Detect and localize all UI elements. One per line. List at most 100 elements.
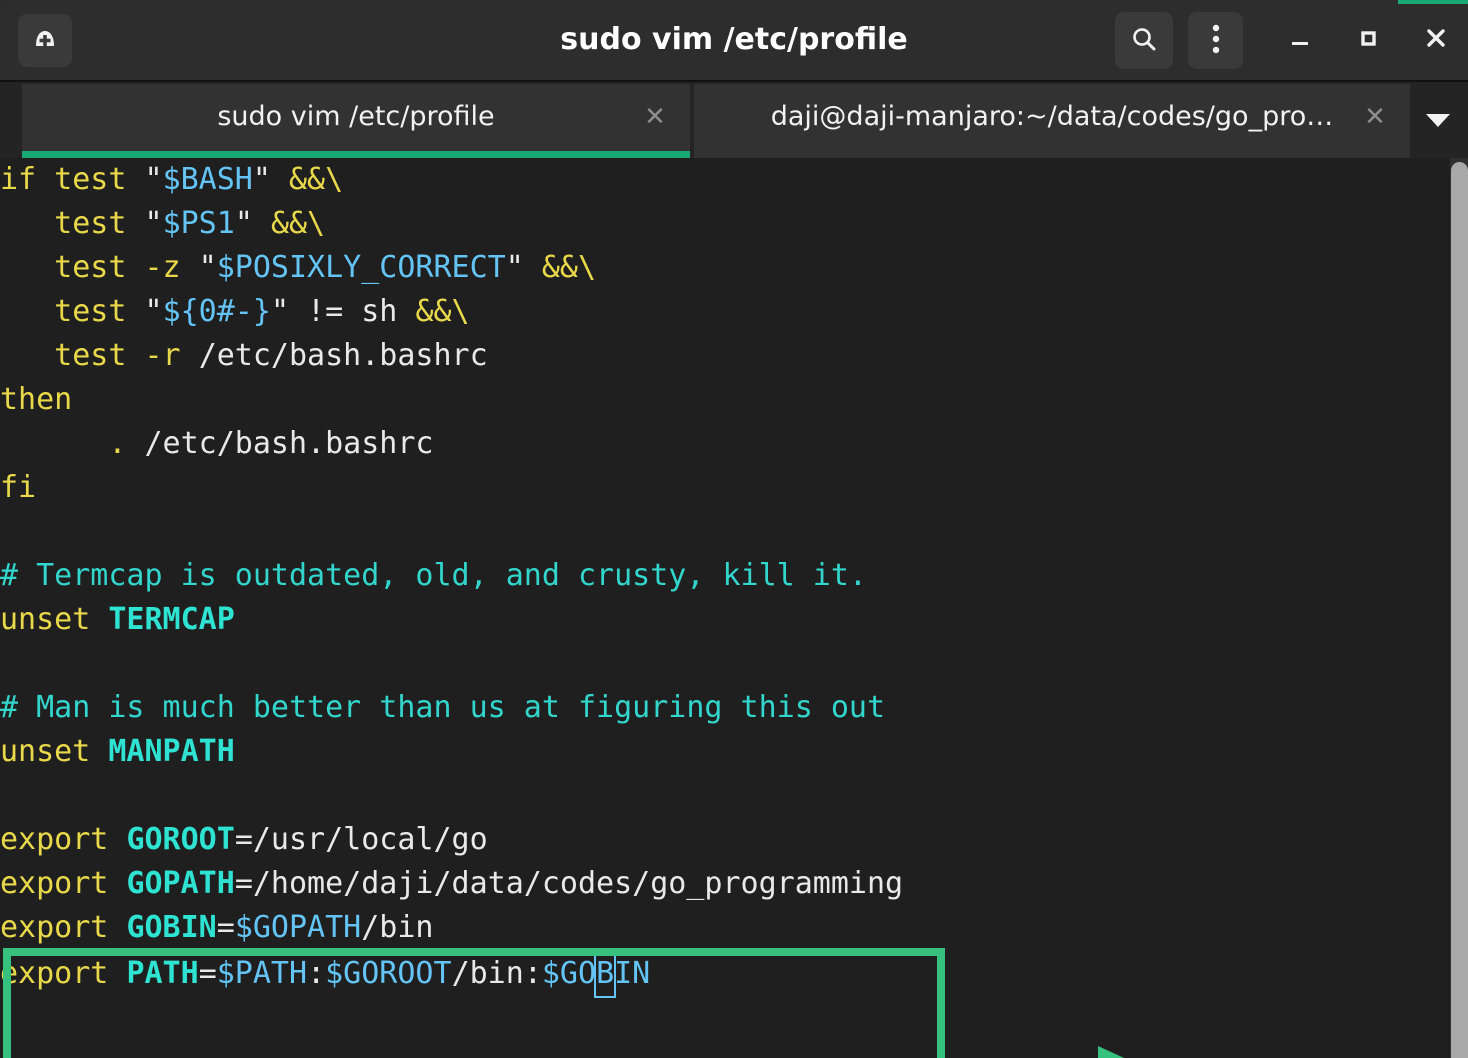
vim-token: " [144,206,163,241]
vim-buffer-line: test -z "$POSIXLY_CORRECT" &&\ [0,246,903,290]
search-icon [1129,24,1159,58]
minimize-button[interactable] [1272,12,1328,68]
vim-token: export [0,822,127,857]
vim-token: &&\ [289,162,344,197]
tab-sudo-vim-etc-profile[interactable]: sudo vim /etc/profile ✕ [22,84,690,158]
close-icon [1422,24,1450,56]
vim-token [271,162,289,197]
maximize-button[interactable] [1340,12,1396,68]
vim-token: $POSIXLY_CORRECT [216,250,506,285]
vim-buffer-line: test "$PS1" &&\ [0,202,903,246]
vim-token: test -z [0,250,199,285]
vertical-scrollbar-thumb[interactable] [1451,162,1468,1058]
vim-token: /bin [361,910,434,945]
vim-token: $GOPATH [234,910,362,945]
vim-token: GOBIN [126,910,217,945]
maximize-icon [1355,25,1381,55]
tab-bar: sudo vim /etc/profile ✕ daji@daji-manjar… [0,80,1468,158]
tab-label: sudo vim /etc/profile [217,101,495,132]
tab-daji-manjaro-go-programming[interactable]: daji@daji-manjaro:~/data/codes/go_pro… ✕ [694,84,1410,158]
vim-buffer-line: fi [0,466,903,510]
vim-token: MANPATH [108,734,235,769]
text-cursor: B [594,950,617,998]
vim-token: " [505,250,524,285]
vim-buffer-line [0,774,903,818]
vim-buffer-line: unset TERMCAP [0,598,903,642]
vim-token: /bin [451,956,524,991]
vim-token: ${0#-} [162,294,271,329]
vim-token: . [0,426,145,461]
annotation-arrow-head-icon [1098,1046,1146,1058]
new-tab-button[interactable] [18,14,72,67]
vim-token: GOPATH [126,866,235,901]
terminal-window: sudo vim /etc/profile sudo vim /etc/prof… [0,0,1468,1058]
vim-buffer-line: # Man is much better than us at figuring… [0,686,903,730]
vim-token: test [0,294,145,329]
vim-token: " [144,162,163,197]
terminal-content[interactable]: if test "$BASH" &&\ test "$PS1" &&\ test… [0,158,1468,1058]
vim-buffer-line: if test "$BASH" &&\ [0,158,903,202]
vim-token: PATH [126,956,199,991]
vim-buffer-line: . /etc/bash.bashrc [0,422,903,466]
tab-list-dropdown-button[interactable] [1416,104,1460,140]
vim-token: &&\ [415,294,470,329]
vim-buffer-line: test "${0#-}" != sh &&\ [0,290,903,334]
vim-buffer-line: export PATH=$PATH:$GOROOT/bin:$GOBIN [0,950,903,998]
vim-buffer-line: export GOPATH=/home/daji/data/codes/go_p… [0,862,903,906]
vim-buffer-line: unset MANPATH [0,730,903,774]
new-terminal-icon [30,24,60,58]
vim-token: : [307,956,326,991]
vim-token: fi [0,470,37,505]
vim-token: " [270,294,289,329]
vim-token: export [0,956,127,991]
vim-token: unset [0,734,109,769]
vim-token: != sh [289,294,416,329]
vim-token: $PS1 [162,206,235,241]
vim-buffer-line: # Termcap is outdated, old, and crusty, … [0,554,903,598]
vim-token: " [234,206,253,241]
vim-token: =/home/daji/data/codes/go_programming [234,866,904,901]
vim-buffer-line: export GOROOT=/usr/local/go [0,818,903,862]
vim-token: $GOROOT [325,956,452,991]
vim-token: &&\ [270,206,326,241]
tab-close-icon[interactable]: ✕ [1356,98,1394,136]
vim-token: # Termcap is outdated, old, and crusty, … [0,558,867,593]
vim-buffer-text: if test "$BASH" &&\ test "$PS1" &&\ test… [0,158,903,998]
vim-token: $PATH [216,956,308,991]
vim-token: test [0,206,145,241]
chevron-down-icon [1423,110,1453,134]
vim-token: export [0,866,127,901]
tab-close-icon[interactable]: ✕ [636,98,674,136]
vim-token: $GO [541,956,597,991]
vim-token: " [144,294,163,329]
vim-token: " [252,162,271,197]
minimize-icon [1287,25,1313,55]
vim-buffer-line [0,510,903,554]
search-button[interactable] [1115,12,1173,69]
window-accent-line [1398,0,1468,4]
vim-token: /etc/bash.bashrc [198,338,488,373]
vim-token: if test [0,162,145,197]
menu-button[interactable] [1188,12,1243,69]
vim-buffer-line [0,642,903,686]
kebab-menu-icon [1211,23,1221,59]
vim-token: =/usr/local/go [234,822,488,857]
vim-token: " [198,250,217,285]
tab-active-indicator [22,151,690,158]
vim-buffer-line: export GOBIN=$GOPATH/bin [0,906,903,950]
tab-label: daji@daji-manjaro:~/data/codes/go_pro… [770,101,1334,132]
vim-token: : [523,956,542,991]
vim-token: = [198,956,217,991]
vim-token [524,250,542,285]
vim-token: IN [614,956,651,991]
vim-buffer-line: then [0,378,903,422]
vim-buffer-line: test -r /etc/bash.bashrc [0,334,903,378]
vim-token: test -r [0,338,199,373]
vim-token: TERMCAP [108,602,235,637]
vertical-scrollbar-track[interactable] [1450,158,1468,1058]
close-button[interactable] [1408,12,1464,68]
vim-token: &&\ [541,250,597,285]
vim-token: = [216,910,235,945]
window-title: sudo vim /etc/profile [560,22,908,57]
vim-token [253,206,271,241]
